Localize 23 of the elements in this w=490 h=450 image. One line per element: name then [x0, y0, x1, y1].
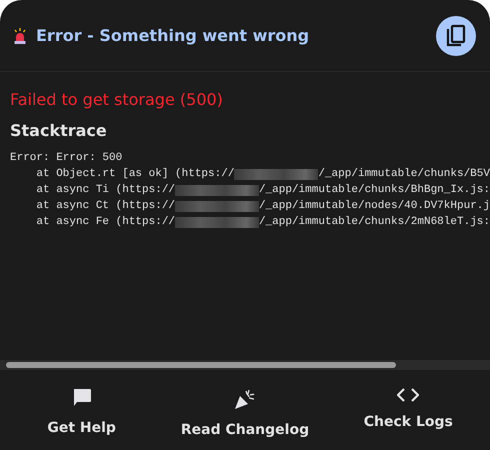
action-button[interactable]: Read Changelog: [170, 388, 320, 438]
scrollbar-thumb[interactable]: [6, 362, 396, 368]
stacktrace-line: Error: Error: 500: [10, 151, 122, 166]
action-button[interactable]: Get Help: [6, 388, 157, 438]
stacktrace-text: at Object.rt [as ok] (https://: [35, 167, 234, 182]
copy-button[interactable]: [436, 16, 476, 56]
stacktrace-text: at async Fe (https://: [35, 215, 176, 230]
dialog-title: Error - Something went wrong: [36, 26, 310, 45]
stacktrace-text: at async Ti (https://: [35, 183, 176, 198]
copy-icon: [445, 24, 467, 48]
stacktrace-heading: Stacktrace: [10, 121, 108, 140]
action-button[interactable]: Check Logs: [333, 388, 484, 438]
horizontal-scrollbar[interactable]: [0, 360, 490, 370]
party-popper-icon: [234, 388, 256, 410]
stacktrace-text: /_app/immutable/chunks/B5V: [318, 167, 490, 182]
siren-icon: [12, 28, 28, 44]
stacktrace-text: /_app/immutable/nodes/40.DV7kHpur.j: [258, 199, 490, 214]
stacktrace-text: /_app/immutable/chunks/2mN68leT.js:: [258, 215, 490, 230]
stacktrace-text: at async Ct (https://: [35, 199, 176, 214]
error-message: Failed to get storage (500): [10, 90, 224, 109]
code-brackets-icon: [397, 388, 420, 402]
chat-bubble-icon: [72, 388, 92, 408]
stacktrace-text: /_app/immutable/chunks/BhBgn_Ix.js:: [258, 183, 490, 198]
